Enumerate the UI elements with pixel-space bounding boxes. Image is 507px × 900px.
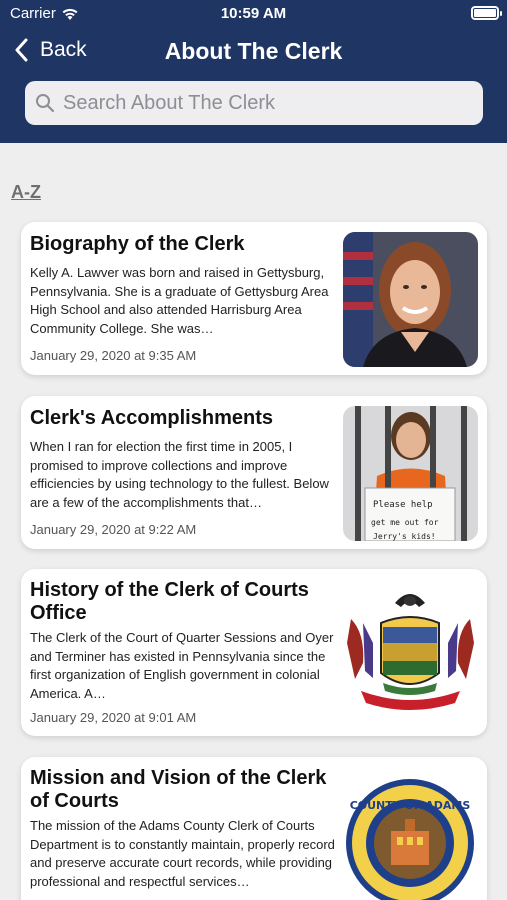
section-header-a-z: A-Z [11,182,41,202]
article-title: Biography of the Clerk [30,233,245,255]
article-date: January 29, 2020 at 9:22 AM [30,522,197,537]
jail-photo-image: Please help get me out for Jerry's kids! [343,406,478,541]
clerk-portrait-image [343,232,478,367]
article-card-history[interactable]: History of the Clerk of Courts Office Th… [21,569,487,736]
sign-text-line-2: get me out for [371,518,439,527]
article-title: Clerk's Accomplishments [30,407,273,429]
status-time: 10:59 AM [220,5,287,22]
seal-text: COUNTY OF ADAMS [350,799,471,812]
adams-county-seal-image: COUNTY OF ADAMS [343,771,478,900]
article-title: History of the Clerk of Courts Office [30,579,309,624]
search-bar[interactable] [25,81,483,125]
article-excerpt: The Clerk of the Court of Quarter Sessio… [30,630,334,701]
search-input[interactable] [63,91,463,115]
article-excerpt: The mission of the Adams County Clerk of… [30,818,335,889]
article-card-mission[interactable]: Mission and Vision of the Clerk of Court… [21,757,487,900]
sign-text-line-1: Please help [373,500,433,510]
nav-header: Carrier 10:59 AM Back About The Clerk [0,0,507,143]
article-excerpt: When I ran for election the first time i… [30,439,329,510]
status-bar: Carrier 10:59 AM [0,0,507,28]
battery-icon [471,6,502,20]
article-card-accomplishments[interactable]: Clerk's Accomplishments When I ran for e… [21,396,487,549]
search-icon [36,94,55,113]
article-title: Mission and Vision of the Clerk of Court… [30,767,327,812]
article-date: January 29, 2020 at 9:35 AM [30,348,197,363]
sign-text-line-3: Jerry's kids! [373,532,436,541]
page-title: About The Clerk [164,38,343,64]
article-card-biography[interactable]: Biography of the Clerk Kelly A. Lawver w… [21,222,487,375]
pennsylvania-coat-of-arms-image [343,583,478,718]
article-date: January 29, 2020 at 9:01 AM [30,710,197,725]
article-excerpt: Kelly A. Lawver was born and raised in G… [30,265,329,336]
